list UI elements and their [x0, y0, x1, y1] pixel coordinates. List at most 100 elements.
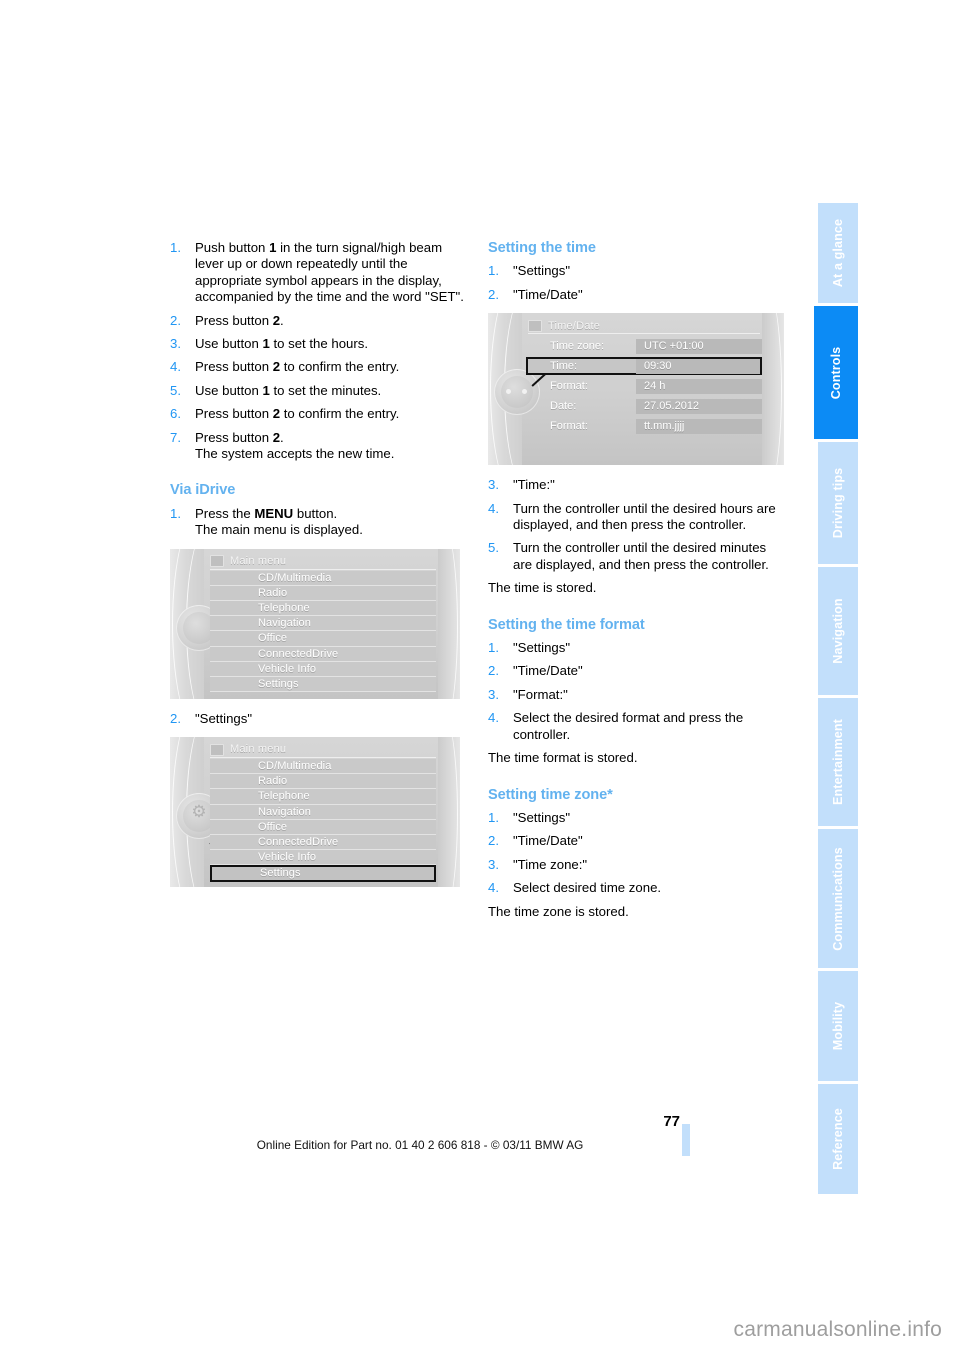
step-text: Press button 2. [195, 430, 470, 446]
sidebar-tab-label: Driving tips [831, 467, 845, 539]
sidebar-tab-label: At a glance [831, 218, 845, 288]
step-item: 4. Turn the controller until the desired… [488, 501, 788, 534]
screen-titlebar: Main menu [210, 742, 436, 759]
left-column: 1. Push button 1 in the turn signal/high… [170, 240, 470, 888]
step-text-after: . [280, 429, 284, 445]
step-text: Turn the controller until the desired mi… [513, 540, 769, 572]
settings-row-key: Time zone: [550, 340, 605, 353]
step-text: Use button 1 to set the minutes. [195, 383, 470, 399]
sidebar-tab-mobility[interactable]: Mobility [818, 971, 858, 1081]
menu-item: ConnectedDrive [210, 835, 436, 851]
step-text-before: Push button [195, 240, 270, 255]
settings-row-value: tt.mm.jjjj [636, 418, 762, 434]
step-text-after: to set the minutes. [269, 382, 382, 398]
settings-row-selected: Time: 09:30 [526, 357, 762, 376]
step-text-bold: 2 [272, 312, 281, 328]
sidebar-tab-label: Communications [831, 846, 845, 951]
step-item: 4. Select desired time zone. [488, 880, 788, 896]
sidebar-tab-navigation[interactable]: Navigation [818, 567, 858, 695]
step-text: Turn the controller until the desired ho… [513, 500, 776, 533]
step-subtext: The main menu is displayed. [195, 522, 363, 538]
step-text: Press the MENU button. [195, 506, 470, 522]
screenshot-idrive-time-date: Time/Date Time zone: UTC +01:00 Time: 09… [488, 313, 784, 466]
screen-settings-list: Time zone: UTC +01:00 Time: 09:30 Format… [526, 337, 762, 459]
menu-item: Office [210, 631, 436, 647]
setting-time-steps-before: 1. "Settings" 2. "Time/Date" [488, 263, 788, 303]
step-text: Push button 1 in the turn signal/high be… [195, 240, 470, 306]
sidebar-tab-entertainment[interactable]: Entertainment [818, 698, 858, 826]
step-subtext: The system accepts the new time. [195, 446, 395, 462]
menu-item: Office [210, 819, 436, 836]
step-text-bold: 2 [272, 359, 281, 375]
step-item: 6. Press button 2 to confirm the entry. [170, 406, 470, 422]
step-text-after: button. [293, 505, 338, 521]
sidebar-tab-communications[interactable]: Communications [818, 829, 858, 968]
step-text-after: to confirm the entry. [280, 359, 400, 375]
screen-bezel-right [762, 313, 784, 466]
sidebar-tab-at-a-glance[interactable]: At a glance [818, 203, 858, 303]
step-item: 2. "Time/Date" [488, 663, 788, 679]
settings-row-key: Format: [550, 420, 588, 433]
step-number: 3. [488, 856, 499, 872]
settings-row: Format: tt.mm.jjjj [528, 417, 762, 435]
step-text: "Settings" [195, 710, 253, 726]
step-number: 3. [170, 336, 181, 352]
section-heading-setting-the-time: Setting the time [488, 240, 596, 256]
step-number: 7. [170, 429, 181, 445]
settings-row-value: UTC +01:00 [636, 338, 762, 354]
sidebar-tab-label: Reference [831, 1108, 845, 1170]
menu-item: Radio [210, 774, 436, 790]
manual-steps-list: 1. Push button 1 in the turn signal/high… [170, 240, 470, 462]
step-item: 1. "Settings" [488, 810, 788, 826]
screen-bezel-right [438, 548, 460, 699]
step-text: "Settings" [513, 263, 571, 279]
footer-edition-text: Online Edition for Part no. 01 40 2 606 … [256, 1138, 584, 1152]
step-item: 3. "Format:" [488, 687, 788, 703]
sidebar-tab-label: Mobility [831, 1001, 845, 1051]
setting-time-zone-steps: 1. "Settings" 2. "Time/Date" 3. "Time zo… [488, 810, 788, 897]
step-text-bold: 2 [272, 406, 281, 422]
menu-item: Settings [210, 677, 436, 693]
step-item: 7. Press button 2. The system accepts th… [170, 430, 470, 463]
setting-time-steps-after: 3. "Time:" 4. Turn the controller until … [488, 477, 788, 573]
menu-icon [210, 743, 224, 756]
sidebar-tab-reference[interactable]: Reference [818, 1084, 858, 1194]
idrive-steps-list: 1. Press the MENU button. The main menu … [170, 506, 470, 539]
sidebar-tab-label: Controls [829, 346, 843, 399]
setting-time-result: The time is stored. [488, 580, 597, 596]
sidebar-tab-controls[interactable]: Controls [814, 306, 858, 439]
step-text: Select desired time zone. [513, 880, 662, 896]
settings-row-key: Date: [550, 400, 577, 413]
step-text: Use button 1 to set the hours. [195, 336, 470, 352]
step-text-before: Press button [195, 312, 273, 328]
menu-item: CD/Multimedia [210, 570, 436, 586]
step-item: 1. "Settings" [488, 263, 788, 279]
screenshot-idrive-main-menu: Main menu CD/Multimedia Radio Telephone … [170, 548, 460, 699]
step-item: 4. Select the desired format and press t… [488, 710, 788, 743]
step-number: 4. [488, 710, 499, 726]
setting-time-zone-result: The time zone is stored. [488, 903, 629, 919]
sidebar-tab-label: Entertainment [831, 719, 845, 805]
step-item: 3. "Time:" [488, 477, 788, 493]
section-heading-via-idrive: Via iDrive [170, 482, 236, 499]
screen-titlebar: Main menu [210, 554, 436, 570]
step-item: 1. Press the MENU button. The main menu … [170, 506, 470, 539]
step-text: "Format:" [513, 686, 568, 702]
screen-title: Time/Date [548, 319, 601, 332]
section-heading-setting-time-zone: Setting time zone* [488, 786, 613, 803]
step-number: 2. [488, 286, 499, 302]
step-number: 4. [488, 880, 499, 896]
step-item: 1. Push button 1 in the turn signal/high… [170, 240, 470, 306]
right-column: Setting the time 1. "Settings" 2. "Time/… [488, 240, 788, 920]
step-item: 5. Use button 1 to set the minutes. [170, 383, 470, 399]
step-text: "Time/Date" [513, 663, 583, 679]
step-number: 1. [170, 240, 181, 255]
settings-row-key: Time: [550, 360, 578, 373]
settings-row-key: Format: [550, 380, 588, 393]
settings-row-value: 24 h [636, 378, 762, 394]
step-number: 4. [170, 359, 181, 375]
menu-item: Vehicle Info [210, 661, 436, 677]
step-number: 3. [488, 477, 499, 493]
sidebar-tab-driving-tips[interactable]: Driving tips [818, 442, 858, 564]
step-number: 2. [170, 710, 181, 726]
